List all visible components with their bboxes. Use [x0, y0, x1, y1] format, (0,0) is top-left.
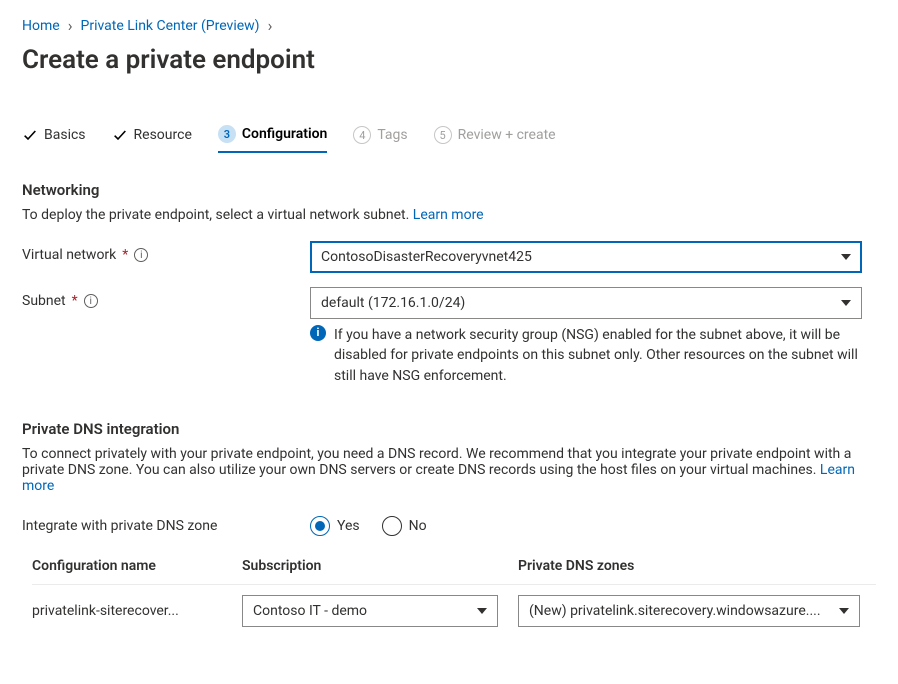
- info-icon[interactable]: i: [134, 248, 148, 262]
- step-basics[interactable]: Basics: [22, 127, 86, 151]
- chevron-down-icon: [839, 608, 849, 614]
- col-subscription: Subscription: [242, 558, 518, 574]
- step-review-create[interactable]: 5 Review + create: [434, 126, 556, 152]
- step-tags-label: Tags: [377, 127, 407, 143]
- integrate-dns-yes-radio[interactable]: Yes: [310, 516, 360, 536]
- dns-description: To connect privately with your private e…: [22, 446, 876, 494]
- dns-zone-value: (New) privatelink.siterecovery.windowsaz…: [529, 603, 821, 619]
- radio-yes-label: Yes: [337, 518, 360, 534]
- breadcrumb-separator-icon: [66, 16, 75, 35]
- networking-description-text: To deploy the private endpoint, select a…: [22, 207, 413, 223]
- virtual-network-label: Virtual network * i: [22, 241, 310, 263]
- networking-learn-more-link[interactable]: Learn more: [413, 207, 484, 223]
- required-asterisk-icon: *: [72, 293, 78, 309]
- networking-description: To deploy the private endpoint, select a…: [22, 207, 876, 223]
- chevron-down-icon: [841, 254, 851, 260]
- subnet-dropdown[interactable]: default (172.16.1.0/24): [310, 287, 862, 319]
- subscription-dropdown[interactable]: Contoso IT - demo: [242, 595, 498, 627]
- step-resource-label: Resource: [134, 127, 192, 143]
- virtual-network-row: Virtual network * i ContosoDisasterRecov…: [22, 241, 876, 273]
- subnet-row: Subnet * i default (172.16.1.0/24) i If …: [22, 287, 876, 386]
- networking-heading: Networking: [22, 181, 876, 199]
- dns-table-header: Configuration name Subscription Private …: [32, 558, 876, 584]
- step-number-badge: 5: [434, 126, 452, 144]
- step-resource[interactable]: Resource: [112, 127, 192, 151]
- virtual-network-dropdown[interactable]: ContosoDisasterRecoveryvnet425: [310, 241, 862, 273]
- wizard-stepper: Basics Resource 3 Configuration 4 Tags 5…: [22, 125, 876, 153]
- chevron-down-icon: [477, 608, 487, 614]
- required-asterisk-icon: *: [122, 247, 128, 263]
- virtual-network-label-text: Virtual network: [22, 247, 116, 263]
- dns-zone-dropdown[interactable]: (New) privatelink.siterecovery.windowsaz…: [518, 595, 860, 627]
- col-private-dns-zones: Private DNS zones: [518, 558, 876, 574]
- nsg-note-text: If you have a network security group (NS…: [334, 325, 862, 386]
- info-icon[interactable]: i: [84, 294, 98, 308]
- dns-description-text: To connect privately with your private e…: [22, 446, 851, 478]
- configuration-name-cell: privatelink-siterecover...: [32, 603, 242, 619]
- subnet-label-text: Subnet: [22, 293, 66, 309]
- breadcrumb-separator-icon: [266, 16, 275, 35]
- integrate-dns-radio-group: Yes No: [310, 516, 427, 536]
- subscription-value: Contoso IT - demo: [253, 603, 367, 619]
- breadcrumb-home[interactable]: Home: [22, 18, 60, 34]
- step-number-badge: 4: [353, 126, 371, 144]
- info-solid-icon: i: [310, 325, 326, 341]
- step-configuration[interactable]: 3 Configuration: [218, 125, 327, 153]
- step-number-badge: 3: [218, 125, 236, 143]
- integrate-dns-row: Integrate with private DNS zone Yes No: [22, 516, 876, 536]
- page-title: Create a private endpoint: [22, 45, 876, 75]
- radio-circle-icon: [310, 516, 330, 536]
- virtual-network-value: ContosoDisasterRecoveryvnet425: [321, 249, 532, 265]
- dns-table-row: privatelink-siterecover... Contoso IT - …: [32, 584, 876, 635]
- dns-zones-table: Configuration name Subscription Private …: [32, 558, 876, 635]
- subnet-value: default (172.16.1.0/24): [321, 295, 465, 311]
- chevron-down-icon: [841, 300, 851, 306]
- step-review-label: Review + create: [458, 127, 556, 143]
- step-basics-label: Basics: [44, 127, 86, 143]
- integrate-dns-label: Integrate with private DNS zone: [22, 516, 310, 534]
- col-configuration-name: Configuration name: [32, 558, 242, 574]
- check-icon: [112, 127, 128, 143]
- integrate-dns-no-radio[interactable]: No: [382, 516, 427, 536]
- step-tags[interactable]: 4 Tags: [353, 126, 407, 152]
- radio-circle-icon: [382, 516, 402, 536]
- nsg-note: i If you have a network security group (…: [310, 325, 862, 386]
- breadcrumb: Home Private Link Center (Preview): [22, 16, 876, 35]
- check-icon: [22, 127, 38, 143]
- dns-heading: Private DNS integration: [22, 420, 876, 438]
- step-configuration-label: Configuration: [242, 126, 327, 142]
- subnet-label: Subnet * i: [22, 287, 310, 309]
- integrate-dns-label-text: Integrate with private DNS zone: [22, 518, 217, 534]
- breadcrumb-private-link-center[interactable]: Private Link Center (Preview): [81, 18, 260, 34]
- radio-no-label: No: [409, 518, 427, 534]
